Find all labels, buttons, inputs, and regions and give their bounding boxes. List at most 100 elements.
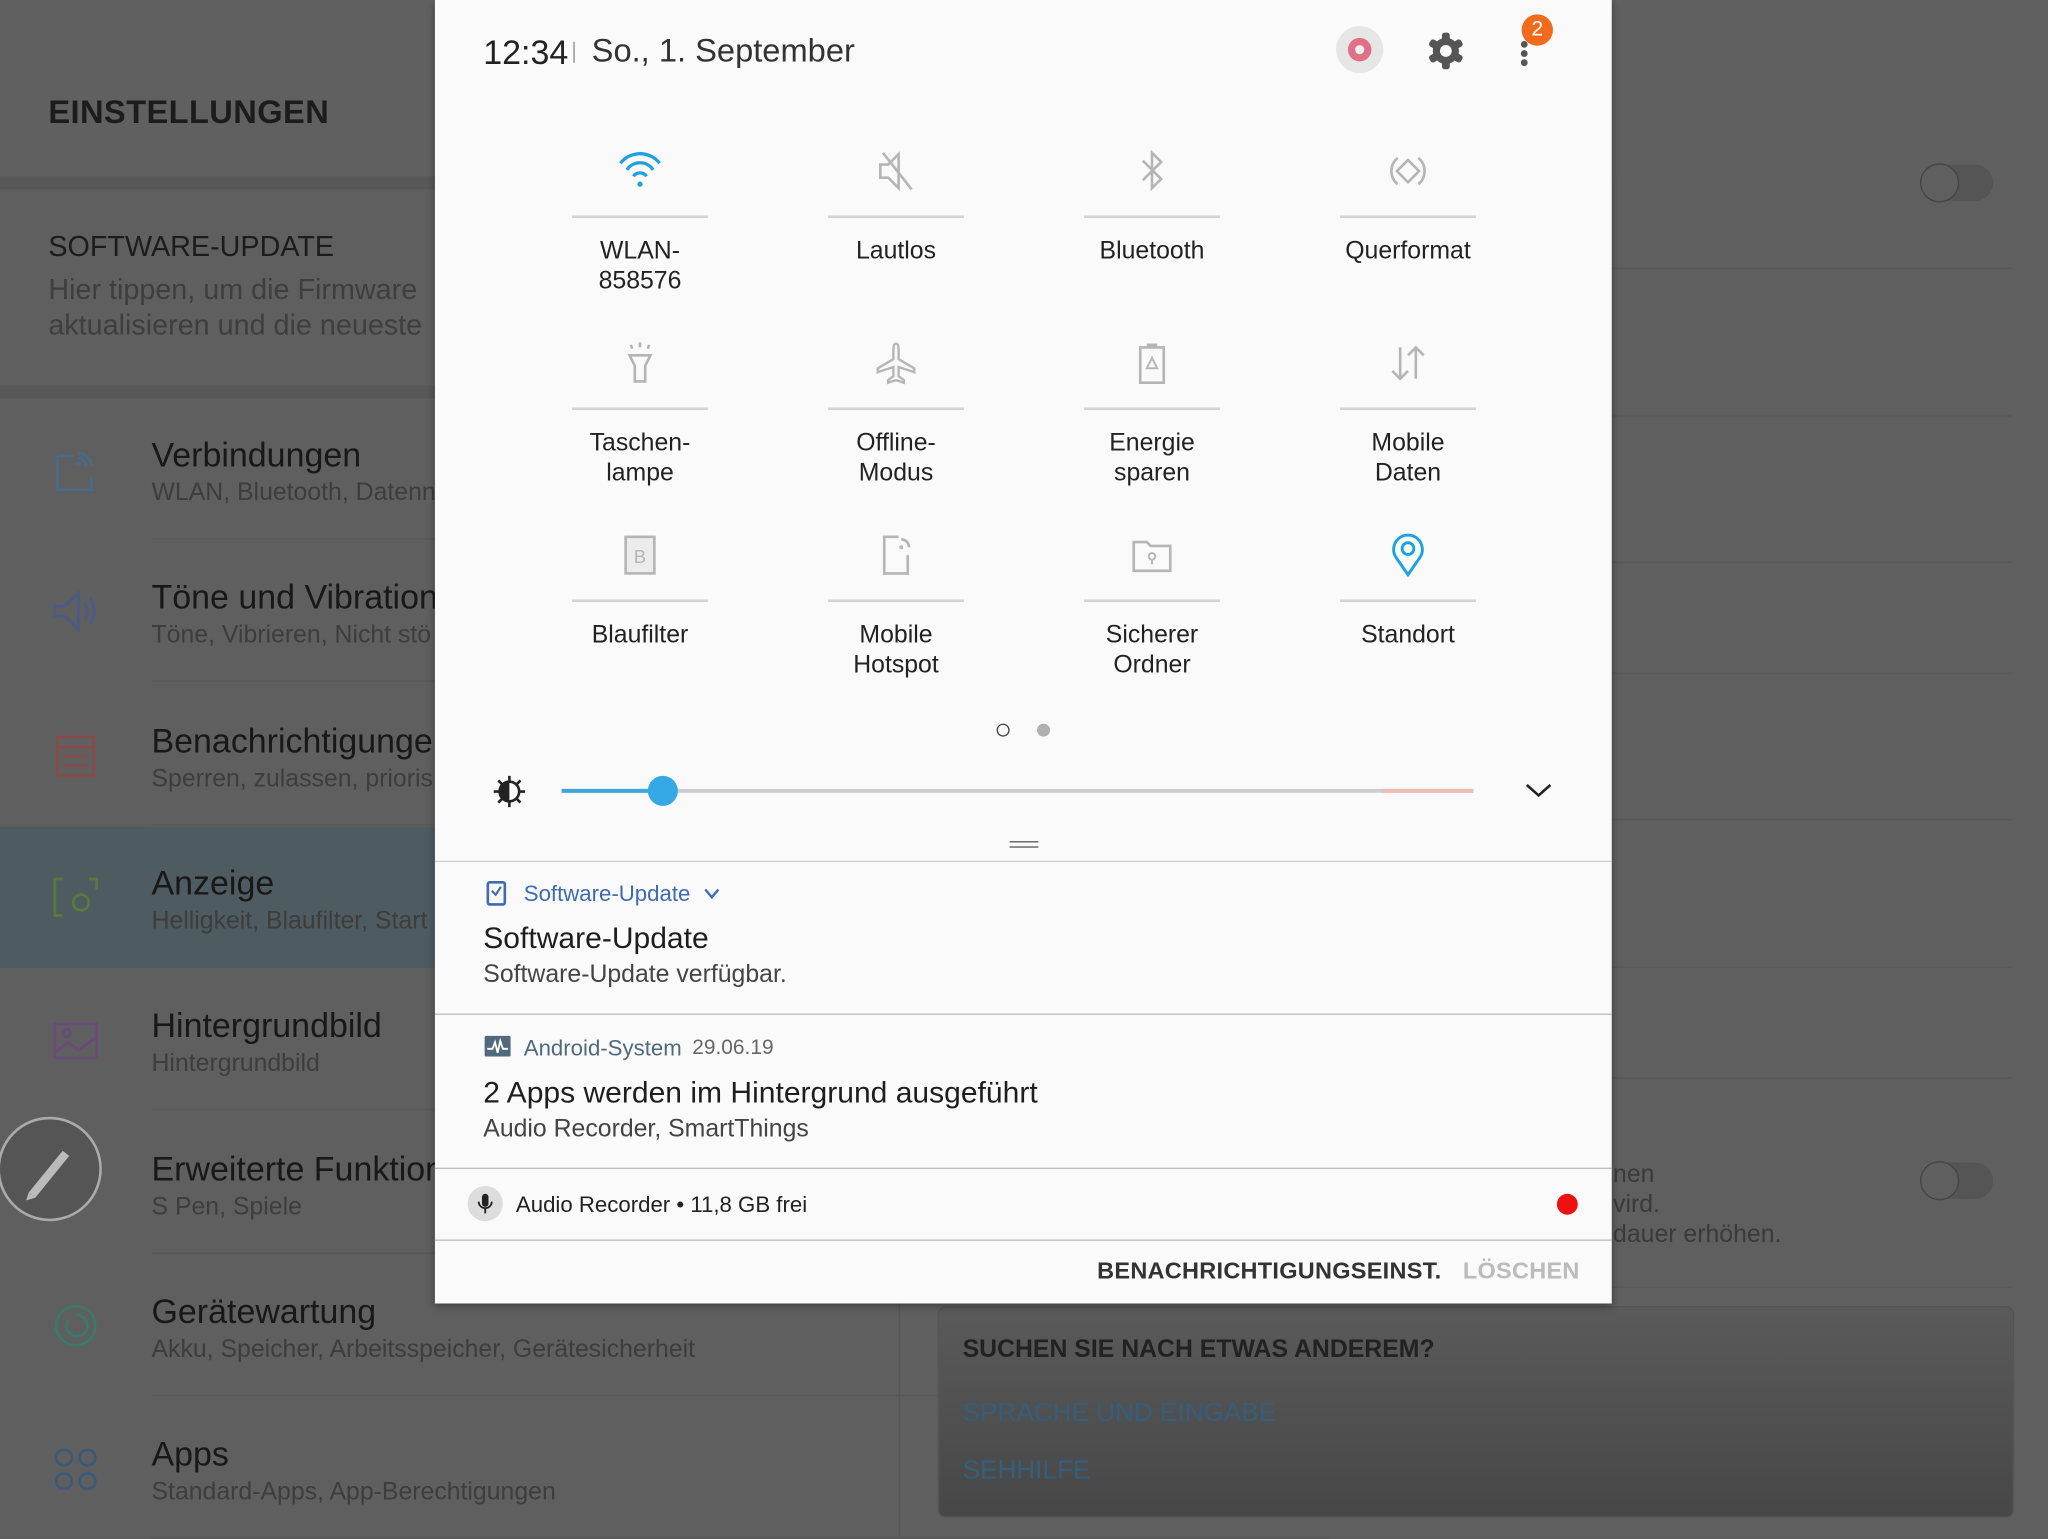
power-saving-icon — [1138, 343, 1166, 384]
wallpaper-icon — [53, 1022, 98, 1060]
quick-setting-label: Querformat — [1345, 237, 1471, 266]
expand-brightness-button[interactable] — [1524, 780, 1553, 807]
mobile-data-icon — [1391, 345, 1425, 381]
quick-setting-flashlight[interactable]: Taschen-lampe — [572, 327, 708, 489]
quick-setting-wifi[interactable]: WLAN- 858576 — [572, 135, 708, 297]
setting-description: nen vird. dauer erhöhen. — [1613, 1161, 1782, 1249]
settings-item-title: Anzeige — [151, 863, 275, 903]
quick-setting-mute[interactable]: Lautlos — [828, 135, 964, 267]
notification-title: Software-Update — [483, 920, 709, 955]
notification-android-system[interactable]: Android-System 29.06.19 2 Apps werden im… — [435, 1015, 1612, 1168]
clock: 12:34 — [483, 32, 569, 72]
separator — [573, 41, 575, 63]
page-indicator[interactable] — [1037, 723, 1051, 737]
quick-setting-label: Taschen-lampe — [589, 429, 691, 488]
airplane-icon — [876, 342, 916, 385]
divider — [1084, 215, 1220, 219]
quick-setting-label: WLAN- 858576 — [598, 237, 682, 296]
s-pen-air-command-button[interactable] — [0, 1116, 102, 1222]
pen-icon — [26, 1150, 70, 1201]
search-suggestions-box: SUCHEN SIE NACH ETWAS ANDEREM? SPRACHE U… — [937, 1306, 2015, 1518]
svg-text:B: B — [634, 546, 646, 567]
notification-time: 29.06.19 — [692, 1037, 774, 1060]
settings-item-title: Gerätewartung — [151, 1291, 377, 1331]
settings-item-title: Apps — [151, 1434, 229, 1474]
notification-text: Software-Update verfügbar. — [483, 961, 787, 989]
settings-item-subtitle: Standard-Apps, App-Berechtigungen — [151, 1478, 556, 1507]
quick-setting-hotspot[interactable]: Mobile Hotspot — [828, 519, 964, 681]
quick-setting-label: Sicherer Ordner — [1105, 621, 1199, 680]
quick-setting-bluetooth[interactable]: Bluetooth — [1084, 135, 1220, 267]
settings-title: EINSTELLUNGEN — [48, 94, 330, 131]
divider — [1084, 599, 1220, 603]
divider — [1340, 407, 1476, 411]
settings-item-title: Verbindungen — [151, 434, 362, 475]
brightness-high-zone — [1381, 788, 1474, 793]
quick-setting-label: Lautlos — [855, 237, 937, 266]
link-accessibility[interactable]: SEHHILFE — [963, 1456, 1091, 1486]
settings-button[interactable] — [1426, 31, 1465, 77]
secure-folder-icon — [1132, 540, 1172, 573]
quick-setting-label: Mobile Hotspot — [853, 621, 939, 680]
blue-light-filter-icon: B — [624, 535, 656, 575]
clear-button[interactable]: LÖSCHEN — [1463, 1258, 1580, 1285]
notifications-icon — [56, 734, 96, 777]
settings-item-subtitle: Hintergrundbild — [151, 1050, 320, 1078]
bluetooth-icon — [1141, 149, 1163, 192]
donut-avatar-icon — [1347, 37, 1372, 62]
notification-app-name: Android-System — [523, 1035, 682, 1061]
recording-indicator — [1556, 1193, 1578, 1215]
settings-item-title: Benachrichtigungen — [151, 720, 452, 760]
divider — [434, 1239, 1612, 1241]
setting-toggle[interactable] — [1919, 1161, 1994, 1201]
quick-setting-label: Energie sparen — [1109, 429, 1195, 488]
settings-item-subtitle: S Pen, Spiele — [151, 1193, 302, 1221]
divider — [1340, 215, 1476, 219]
divider — [572, 599, 708, 603]
connections-icon — [56, 451, 93, 492]
page-indicator-active[interactable] — [996, 723, 1010, 737]
quick-setting-blue-light-filter[interactable]: B Blaufilter — [572, 519, 708, 651]
quick-setting-location[interactable]: Standort — [1340, 519, 1476, 651]
location-icon — [1392, 533, 1424, 578]
software-update-icon — [486, 880, 507, 906]
hotspot-icon — [882, 535, 911, 575]
divider — [572, 215, 708, 219]
divider — [1084, 407, 1220, 411]
quick-setting-secure-folder[interactable]: Sicherer Ordner — [1084, 519, 1220, 681]
brightness-icon — [492, 775, 526, 815]
divider — [828, 599, 964, 603]
speaker-icon — [53, 590, 96, 634]
microphone-icon — [467, 1185, 503, 1222]
brightness-thumb[interactable] — [647, 775, 678, 806]
settings-item-title: Töne und Vibration — [151, 577, 438, 617]
settings-item-subtitle: Sperren, zulassen, prioris — [151, 764, 433, 793]
quick-setting-label: Offline- Modus — [856, 429, 936, 488]
link-language-input[interactable]: SPRACHE UND EINGABE — [963, 1399, 1277, 1429]
brightness-slider[interactable] — [561, 775, 1474, 806]
quick-setting-mobile-data[interactable]: Mobile Daten — [1340, 327, 1476, 489]
settings-item-apps[interactable]: Apps Standard-Apps, App-Berechtigungen — [0, 1398, 1329, 1539]
ongoing-audio-recorder[interactable]: Audio Recorder • 11,8 GB frei — [435, 1169, 1612, 1240]
setting-toggle[interactable] — [1919, 163, 1994, 203]
search-suggestions-title: SUCHEN SIE NACH ETWAS ANDEREM? — [962, 1336, 1435, 1364]
android-system-icon — [484, 1035, 511, 1057]
profile-avatar[interactable] — [1336, 26, 1384, 74]
settings-item-title: Hintergrundbild — [151, 1005, 382, 1046]
drag-handle[interactable] — [1009, 841, 1039, 848]
chevron-down-icon[interactable] — [704, 888, 720, 900]
notification-software-update[interactable]: Software-Update Software-Update Software… — [435, 862, 1612, 1014]
software-update-title: SOFTWARE-UPDATE — [48, 229, 335, 263]
settings-item-subtitle: Helligkeit, Blaufilter, Start — [151, 907, 428, 936]
wifi-icon — [619, 152, 661, 187]
quick-setting-power-saving[interactable]: Energie sparen — [1084, 327, 1220, 489]
quick-setting-label: Mobile Daten — [1371, 429, 1445, 488]
notification-settings-button[interactable]: BENACHRICHTIGUNGSEINST. — [1097, 1258, 1441, 1285]
quick-setting-rotate[interactable]: Querformat — [1340, 135, 1476, 267]
notification-app-name: Software-Update — [523, 881, 691, 907]
display-icon — [53, 877, 98, 917]
gear-icon — [1429, 32, 1463, 70]
notification-text: Audio Recorder, SmartThings — [483, 1115, 809, 1143]
quick-setting-airplane[interactable]: Offline- Modus — [828, 327, 964, 489]
rotate-icon — [1390, 157, 1426, 186]
